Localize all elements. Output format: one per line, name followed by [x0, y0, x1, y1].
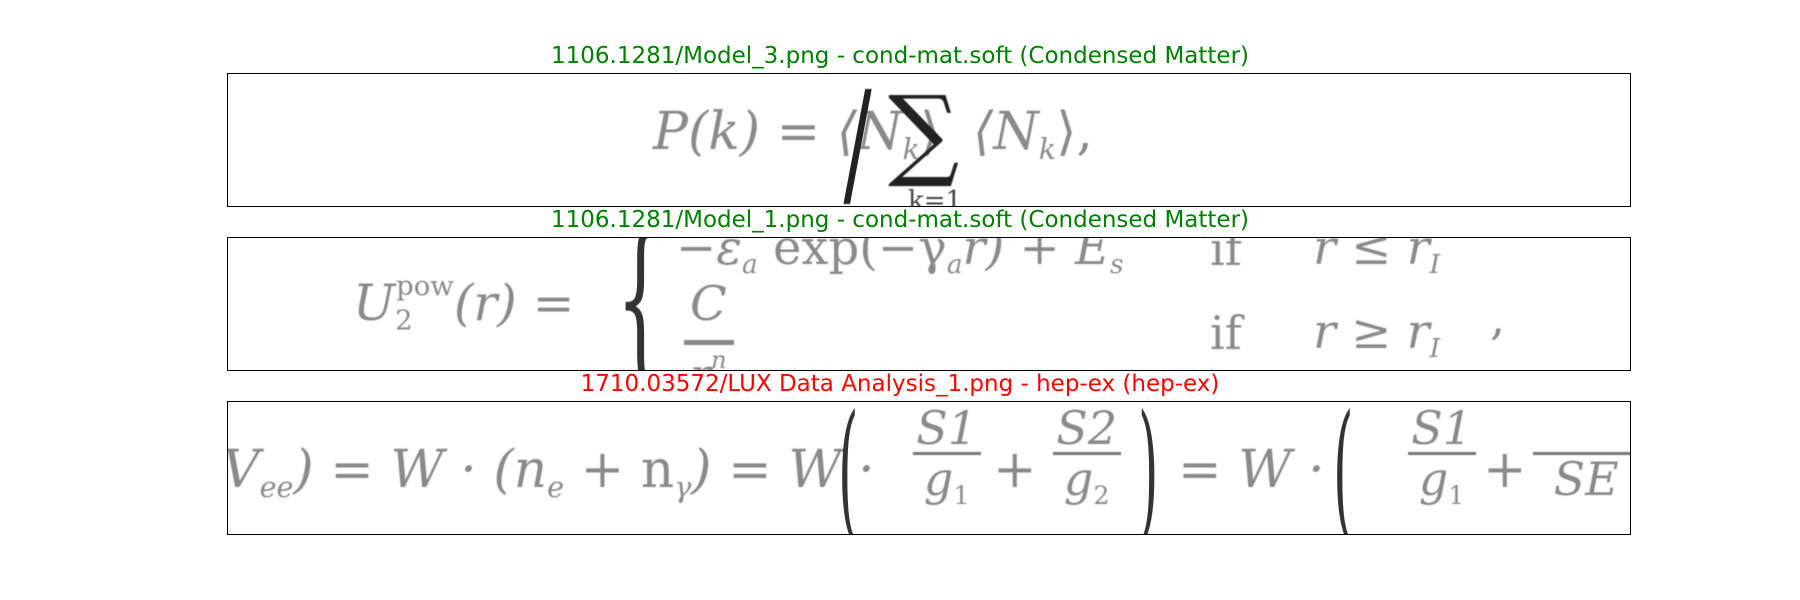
- eq1-rhs: ⟨Nk⟩,: [973, 102, 1093, 166]
- eq3-f1-den: g: [923, 452, 954, 507]
- eq3-f3-den-sub: 1: [1448, 481, 1465, 511]
- eq1-rhs-close: ⟩,: [1056, 102, 1093, 162]
- eq3-part1: Vee) = W · (ne + nγ) = W ·: [228, 440, 875, 504]
- eq3-start-sub: ee: [259, 470, 294, 504]
- eq2-case1-sub2: a: [946, 249, 963, 281]
- eq2-case1-sub: a: [741, 249, 758, 281]
- eq1-sum-bottom: k=1: [908, 186, 963, 207]
- eq2-lhs: U2pow(r) =: [353, 270, 575, 336]
- eq3-sub-e: e: [547, 470, 565, 504]
- eq3-f2-den: g: [1063, 452, 1094, 507]
- panel-2-equation-image: U2pow(r) = { −εa exp(−γar) + Es if r ≤ r…: [227, 237, 1631, 371]
- eq3-equals-w: = W ·: [1178, 440, 1325, 500]
- eq2-case2-den: rn: [690, 346, 727, 371]
- eq3-f3-num: S1: [1407, 404, 1476, 456]
- eq3-frac1: S1 g1: [908, 404, 985, 520]
- eq3-plus-n: + n: [564, 440, 675, 500]
- eq1-rhs-sub: k: [1038, 132, 1057, 166]
- eq3-paren-close-1: ): [1138, 401, 1159, 535]
- eq3-part1-text: ) = W · (n: [293, 440, 548, 500]
- panel-3-equation-image: Vee) = W · (ne + nγ) = W · ( S1g1 + S2g2…: [227, 401, 1631, 535]
- panel-1-equation-image: P(k) = ⟨Nk⟩ / ∞ ∑ k=1 ⟨Nk⟩,: [227, 73, 1631, 207]
- eq3-start: V: [228, 440, 260, 500]
- eq3-frac4: S2SE · .: [1528, 404, 1630, 507]
- eq3-f4-num: S2: [1532, 404, 1630, 456]
- eq3-f3-den: g: [1418, 452, 1449, 507]
- eq2-case2-den-r: r: [690, 350, 711, 370]
- eq3-paren-open-2: (: [1333, 401, 1354, 535]
- eq2-case2-if: if: [1210, 306, 1242, 360]
- eq2-case1-if: if: [1210, 237, 1242, 276]
- eq2-case2-cond-sub: I: [1429, 333, 1441, 365]
- eq2-case1-cond: r ≤ rI: [1313, 237, 1441, 281]
- eq3-plus-2: +: [1483, 440, 1527, 500]
- eq2-case2-num: C: [690, 276, 727, 332]
- eq2-case2-den-sup: n: [711, 346, 727, 371]
- eq3-f1-den-sub: 1: [953, 481, 970, 511]
- eq2-brace: {: [616, 237, 665, 371]
- eq3-frac3: S1 g1: [1403, 404, 1480, 520]
- eq2-case1-cond-sub: I: [1429, 249, 1441, 281]
- eq2-case1-sub3: s: [1110, 249, 1124, 281]
- eq2-u-sub: 2: [395, 304, 413, 337]
- eq2-case1-expr: −εa exp(−γar) + Es: [676, 237, 1124, 281]
- eq3-f2-num: S2: [1052, 404, 1121, 456]
- eq3-f4-den: SE · .: [1553, 452, 1630, 507]
- eq1-rhs-text: ⟨N: [973, 102, 1039, 162]
- eq1-slash: /: [843, 73, 872, 207]
- eq2-case2-cond: r ≥ rI: [1313, 304, 1440, 364]
- eq3-frac2: S2 g2: [1048, 404, 1125, 520]
- panel-1-title: 1106.1281/Model_3.png - cond-mat.soft (C…: [550, 43, 1250, 69]
- eq2-u-sup: pow: [396, 270, 454, 302]
- eq2-case1-rest: exp(−γ: [757, 237, 947, 276]
- eq3-sub-gamma: γ: [674, 470, 692, 504]
- eq1-sum-sign: ∑: [888, 74, 960, 191]
- eq2-case2-bar: [684, 340, 734, 345]
- eq2-case2-cond-text: r ≥ r: [1313, 304, 1430, 360]
- panel-2-title: 1106.1281/Model_1.png - cond-mat.soft (C…: [550, 207, 1250, 233]
- eq3-paren-open-1: (: [838, 401, 859, 535]
- eq3-f2-den-sub: 2: [1093, 481, 1110, 511]
- eq2-case1-end: r) + E: [962, 237, 1110, 276]
- eq2-u: U: [353, 273, 396, 332]
- eq3-plus-1: +: [993, 440, 1037, 500]
- eq3-f1-num: S1: [912, 404, 981, 456]
- eq2-case1-cond-text: r ≤ r: [1313, 237, 1430, 276]
- eq2-case1-epsilon: −ε: [676, 237, 742, 276]
- eq2-tail: ,: [1490, 290, 1506, 346]
- eq2-r-eq: (r) =: [453, 273, 575, 332]
- panel-3-title: 1710.03572/LUX Data Analysis_1.png - hep…: [580, 371, 1220, 397]
